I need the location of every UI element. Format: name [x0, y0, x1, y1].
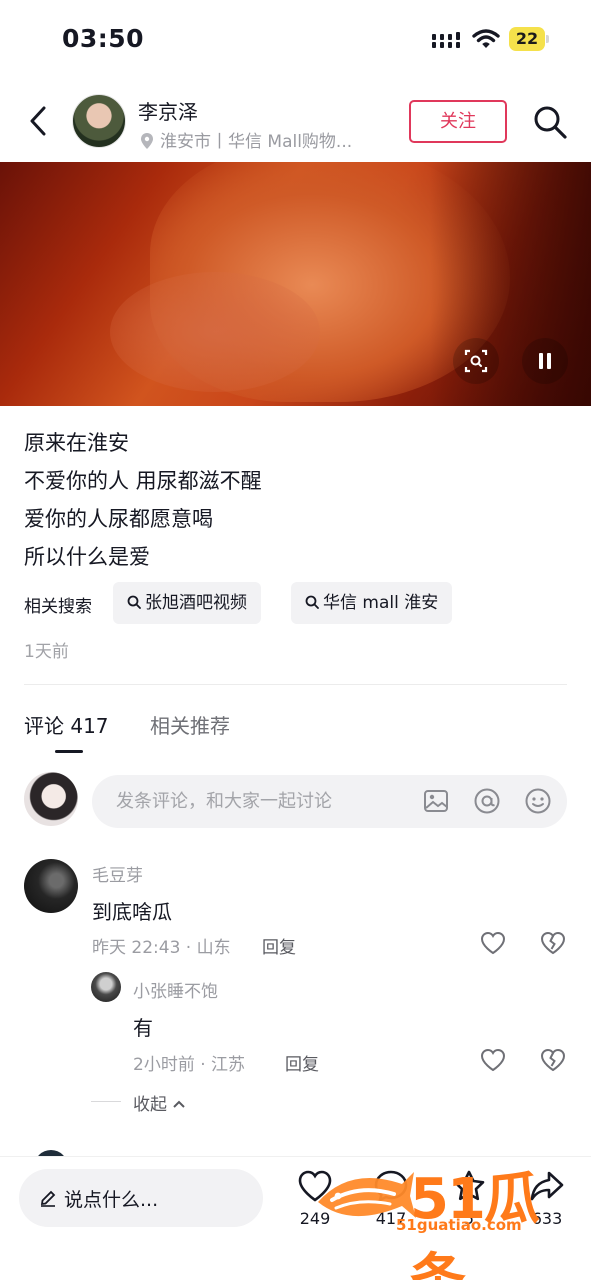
caption-line: 所以什么是爱: [24, 545, 150, 569]
search-icon: [305, 595, 319, 609]
chevron-up-icon: [173, 1100, 186, 1108]
status-time: 03:50: [62, 24, 145, 53]
cellular-signal-icon: [432, 32, 460, 48]
like-heart-icon[interactable]: [480, 931, 506, 955]
comment-tabs: 评论 417 相关推荐: [24, 710, 424, 758]
image-icon[interactable]: [422, 787, 450, 815]
reply-button[interactable]: 回复: [285, 1050, 319, 1075]
share-arrow-icon: [530, 1171, 564, 1201]
post-time: 1天前: [24, 642, 69, 662]
star-icon: [453, 1170, 485, 1201]
collapse-divider: [91, 1101, 121, 1102]
share-count: 633: [531, 1209, 563, 1228]
comment-bubble-icon: [374, 1170, 408, 1203]
reply-text: 有: [133, 1016, 153, 1040]
pause-icon: [539, 353, 551, 369]
dislike-broken-heart-icon[interactable]: [540, 1048, 566, 1072]
comment-count: 417: [375, 1209, 407, 1228]
collapse-label: 收起: [133, 1095, 167, 1115]
like-button[interactable]: 249: [290, 1169, 340, 1249]
divider: [24, 684, 567, 685]
heart-icon: [298, 1170, 332, 1202]
location-pin-icon: [141, 133, 153, 149]
author-avatar[interactable]: [72, 94, 126, 148]
tab-related-recommend[interactable]: 相关推荐: [150, 710, 230, 739]
comment-text: 到底啥瓜: [92, 900, 172, 924]
caption-line: 不爱你的人 用尿都滋不醒: [24, 469, 262, 493]
caption-line: 原来在淮安: [24, 431, 129, 455]
related-search-label: 相关搜索: [24, 597, 92, 617]
battery-level: 22: [515, 29, 539, 48]
pen-icon: [40, 1190, 56, 1207]
post-detail-page: 03:50 22 李京泽 淮安市丨华信 Mall购物... 关注 原来在淮安 不…: [0, 0, 591, 1280]
like-count: 249: [299, 1209, 331, 1228]
bottom-action-bar: 说点什么... 249 417 5 633: [0, 1156, 591, 1280]
comment-input-box[interactable]: [92, 775, 567, 828]
image-search-button[interactable]: [453, 338, 499, 384]
favorite-button[interactable]: 5: [444, 1169, 494, 1249]
location-link[interactable]: 淮安市丨华信 Mall购物...: [140, 127, 352, 152]
caption-line: 爱你的人尿都愿意喝: [24, 507, 213, 531]
chip-label: 华信 mall 淮安: [323, 593, 439, 613]
dislike-broken-heart-icon[interactable]: [540, 931, 566, 955]
author-header: 李京泽 淮安市丨华信 Mall购物... 关注: [0, 84, 591, 160]
reply-meta: 2小时前 · 江苏: [133, 1055, 246, 1075]
my-avatar: [24, 772, 78, 826]
related-search: 相关搜索 张旭酒吧视频 华信 mall 淮安: [24, 582, 569, 624]
say-something-input[interactable]: 说点什么...: [19, 1169, 263, 1227]
favorite-count: 5: [463, 1209, 475, 1228]
reply-user-name[interactable]: 小张睡不饱: [133, 977, 218, 1002]
video-player[interactable]: [0, 162, 591, 406]
battery-icon: 22: [509, 27, 549, 51]
related-search-chip[interactable]: 张旭酒吧视频: [113, 582, 261, 624]
collapse-replies-button[interactable]: 收起: [133, 1090, 186, 1115]
like-heart-icon[interactable]: [480, 1048, 506, 1072]
search-icon[interactable]: [532, 104, 568, 140]
reply-avatar[interactable]: [91, 972, 121, 1002]
scan-icon: [464, 349, 488, 373]
related-search-chip[interactable]: 华信 mall 淮安: [291, 582, 453, 624]
comment-input[interactable]: [116, 775, 416, 828]
status-bar: 03:50 22: [0, 0, 591, 78]
author-name[interactable]: 李京泽: [138, 96, 198, 125]
reply-button[interactable]: 回复: [262, 933, 296, 958]
location-text: 淮安市丨华信 Mall购物...: [160, 132, 353, 152]
wifi-icon: [472, 29, 500, 48]
commenter-avatar[interactable]: [24, 859, 78, 913]
post-caption: 原来在淮安 不爱你的人 用尿都滋不醒 爱你的人尿都愿意喝 所以什么是爱: [24, 424, 569, 576]
pause-button[interactable]: [522, 338, 568, 384]
follow-button[interactable]: 关注: [409, 100, 507, 143]
emoji-icon[interactable]: [524, 787, 552, 815]
active-tab-indicator: [55, 750, 83, 753]
search-icon: [127, 595, 141, 609]
say-something-placeholder: 说点什么...: [64, 1189, 159, 1211]
share-button[interactable]: 633: [522, 1169, 572, 1249]
chip-label: 张旭酒吧视频: [145, 593, 247, 613]
back-icon[interactable]: [24, 104, 52, 138]
tab-comments[interactable]: 评论 417: [24, 710, 109, 739]
comment-meta: 昨天 22:43 · 山东: [92, 938, 231, 958]
at-mention-icon[interactable]: [473, 787, 501, 815]
comment-button[interactable]: 417: [366, 1169, 416, 1249]
commenter-name[interactable]: 毛豆芽: [92, 861, 143, 886]
